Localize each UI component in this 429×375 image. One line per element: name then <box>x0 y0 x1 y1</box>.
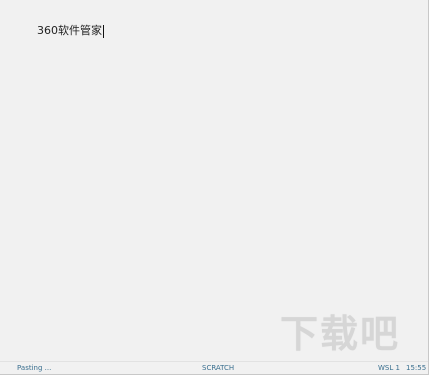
status-wsl: WSL 1 <box>378 364 400 372</box>
text-caret <box>103 24 104 38</box>
status-time: 15:55 <box>406 364 427 372</box>
status-bar: Pasting ... SCRATCH WSL 1 15:55 <box>0 361 428 374</box>
editor-text: 360软件管家 <box>37 24 102 37</box>
text-editor-area[interactable]: 360软件管家 <box>0 0 428 363</box>
editor-window: 360软件管家 下载吧 www.xiazaiba.com Pasting ...… <box>0 0 429 375</box>
editor-line[interactable]: 360软件管家 <box>37 23 104 39</box>
status-mode: SCRATCH <box>202 364 235 372</box>
status-message: Pasting ... <box>17 364 52 372</box>
